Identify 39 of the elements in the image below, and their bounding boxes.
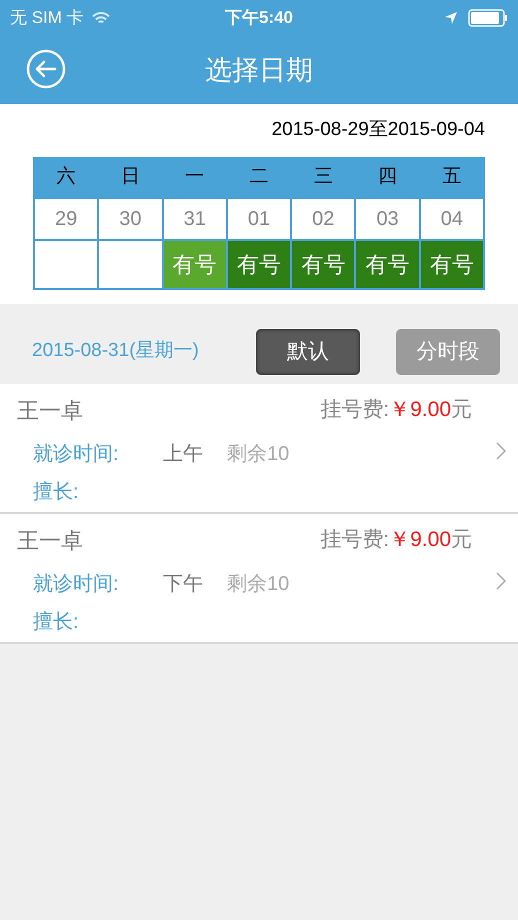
date-cell[interactable]: 01 — [228, 198, 290, 238]
battery-icon — [468, 9, 508, 27]
doctor-card[interactable]: 王一卓 挂号费:￥9.00元 就诊时间: 上午 剩余10 擅长: — [0, 384, 518, 514]
date-cell[interactable]: 02 — [292, 198, 354, 238]
location-arrow-icon — [444, 11, 458, 25]
period-label: 上午 — [163, 442, 204, 466]
date-cell[interactable]: 03 — [356, 198, 419, 238]
wifi-icon — [92, 12, 110, 24]
specialty-label: 擅长: — [33, 480, 79, 502]
mode-button[interactable]: 默认 — [256, 328, 360, 374]
specialty-label: 擅长: — [33, 610, 79, 632]
carrier-label: 无 SIM 卡 — [10, 7, 84, 30]
remaining-count: 剩余10 — [227, 572, 290, 596]
visit-time-label: 就诊时间: — [33, 572, 120, 596]
visit-time-label: 就诊时间: — [33, 442, 120, 466]
date-range-label: 2015-08-29至2015-09-04 — [272, 118, 485, 142]
availability-cell[interactable]: 有号 — [164, 240, 226, 288]
date-cell[interactable]: 31 — [164, 198, 226, 238]
period-label: 下午 — [163, 572, 204, 596]
doctor-name: 王一卓 — [17, 396, 84, 424]
registration-fee: 挂号费:￥9.00元 — [320, 397, 472, 424]
availability-cell[interactable]: 有号 — [356, 240, 419, 288]
chevron-right-icon — [496, 442, 506, 460]
registration-fee: 挂号费:￥9.00元 — [320, 527, 472, 554]
selected-date-label: 2015-08-31(星期一) — [32, 339, 200, 364]
doctor-name: 王一卓 — [17, 526, 84, 554]
doctor-card[interactable]: 王一卓 挂号费:￥9.00元 就诊时间: 下午 剩余10 擅长: — [0, 514, 518, 644]
remaining-count: 剩余10 — [227, 442, 290, 466]
availability-cell[interactable]: 有号 — [292, 240, 354, 288]
availability-cell[interactable]: 有号 — [420, 240, 483, 288]
chevron-right-icon — [496, 572, 506, 590]
date-cell[interactable]: 30 — [99, 198, 162, 238]
availability-cell[interactable]: 有号 — [228, 240, 290, 288]
page-title: 选择日期 — [205, 54, 313, 87]
date-cell[interactable]: 04 — [420, 198, 483, 238]
date-cell[interactable]: 29 — [35, 198, 98, 238]
back-button[interactable] — [26, 49, 66, 89]
mode-button[interactable]: 分时段 — [396, 328, 500, 374]
clock-label: 下午5:40 — [224, 7, 294, 30]
